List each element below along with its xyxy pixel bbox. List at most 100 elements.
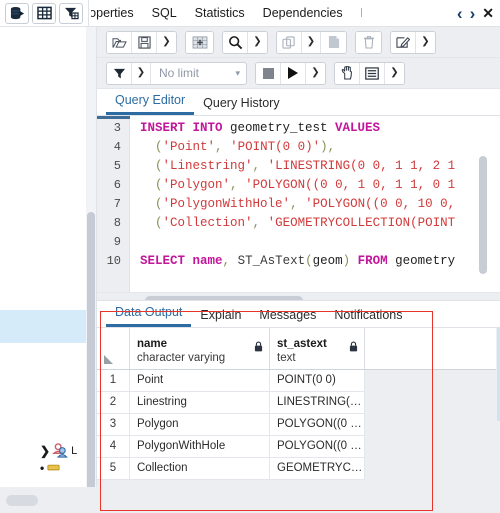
line-number: 9 xyxy=(113,235,121,249)
cell-st-astext[interactable]: POLYGON((0 … xyxy=(270,414,365,436)
tab-statistics[interactable]: Statistics xyxy=(186,0,254,27)
play-triangle-icon xyxy=(288,67,298,79)
clipboard-group: ❯ xyxy=(276,30,347,54)
table-row[interactable]: 2 Linestring LINESTRING(… xyxy=(97,392,500,414)
column-header-name[interactable]: name character varying xyxy=(130,328,270,369)
output-panel: Data Output Explain Messages Notificatio… xyxy=(97,300,500,513)
sql-editor[interactable]: 3 4 5 6 7 8 9 10 INSERT INTO geometry_te… xyxy=(97,116,500,292)
edit-options-button[interactable]: ❯ xyxy=(416,31,435,53)
browser-object-icon xyxy=(10,6,24,19)
editor-vertical-scrollbar-thumb[interactable] xyxy=(479,156,487,274)
chevron-left-icon[interactable]: ‹ xyxy=(457,5,463,22)
tab-properties[interactable]: roperties xyxy=(91,0,143,27)
line-number: 8 xyxy=(113,216,121,230)
cell-name[interactable]: PolygonWithHole xyxy=(130,436,270,458)
column-header-st-astext[interactable]: st_astext text xyxy=(270,328,365,369)
line-number: 3 xyxy=(113,121,121,135)
cell-name[interactable]: Linestring xyxy=(130,392,270,414)
chevron-down-icon: ❯ xyxy=(162,36,171,47)
chevron-down-icon: ▾ xyxy=(235,67,240,78)
close-icon[interactable]: ✕ xyxy=(482,6,494,20)
tab-dependencies[interactable]: Dependencies xyxy=(254,0,352,27)
manual-commit-button[interactable] xyxy=(335,62,360,84)
save-disk-icon xyxy=(137,35,151,49)
object-tree-sidebar[interactable]: ❯ L • xyxy=(0,27,86,487)
paste-button[interactable] xyxy=(321,31,346,53)
save-button[interactable] xyxy=(132,31,157,53)
sidebar-scrollbar[interactable] xyxy=(86,27,96,507)
execute-query-button[interactable] xyxy=(281,62,306,84)
paste-icon xyxy=(328,36,339,48)
code-line: ('Linestring', 'LINESTRING(0 0, 1 1, 2 1 xyxy=(155,159,456,173)
tab-notifications[interactable]: Notifications xyxy=(325,308,411,327)
filter-options-button[interactable]: ❯ xyxy=(132,62,151,84)
save-options-button[interactable]: ❯ xyxy=(157,31,176,53)
cell-st-astext[interactable]: LINESTRING(… xyxy=(270,392,365,414)
tab-dependents[interactable]: D xyxy=(352,0,362,27)
results-grid[interactable]: name character varying st_astext text 1 … xyxy=(97,328,500,513)
select-all-corner[interactable] xyxy=(97,328,130,369)
execute-options-button[interactable]: ❯ xyxy=(306,62,325,84)
copy-options-button[interactable]: ❯ xyxy=(302,31,321,53)
find-button[interactable] xyxy=(223,31,248,53)
browser-object-icon-button[interactable] xyxy=(5,2,29,24)
find-options-button[interactable]: ❯ xyxy=(248,31,267,53)
tree-items: ❯ L • xyxy=(0,439,86,487)
query-toolbar-secondary: ❯ No limit ▾ ❯ ❯ xyxy=(97,58,500,89)
cell-name[interactable]: Collection xyxy=(130,458,270,480)
chevron-right-icon[interactable]: ❯ xyxy=(40,445,50,457)
copy-icon xyxy=(282,35,295,49)
paste-grid-button[interactable] xyxy=(186,31,213,53)
open-file-button[interactable] xyxy=(107,31,132,53)
cell-st-astext[interactable]: POINT(0 0) xyxy=(270,370,365,392)
table-row[interactable]: 4 PolygonWithHole POLYGON((0 … xyxy=(97,436,500,458)
query-toolbar-primary: ❯ ❯ ❯ ❯ xyxy=(97,27,500,58)
lock-icon xyxy=(254,341,263,352)
gutter-top-accent xyxy=(97,116,130,119)
column-header-filler xyxy=(365,328,500,369)
explain-panel-button[interactable] xyxy=(360,62,385,84)
cell-st-astext[interactable]: GEOMETRYC… xyxy=(270,458,365,480)
grid-table-icon-button[interactable] xyxy=(32,2,56,24)
tab-data-output[interactable]: Data Output xyxy=(106,305,192,327)
code-line: INSERT INTO geometry_test VALUES xyxy=(140,121,381,135)
table-row[interactable]: 5 Collection GEOMETRYC… xyxy=(97,458,500,480)
row-filler xyxy=(365,414,500,436)
sidebar-scrollbar-thumb[interactable] xyxy=(87,212,95,507)
line-number: 10 xyxy=(106,254,121,268)
table-row[interactable]: 1 Point POINT(0 0) xyxy=(97,370,500,392)
tab-query-editor[interactable]: Query Editor xyxy=(106,93,195,115)
row-limit-select[interactable]: No limit ▾ xyxy=(151,63,246,84)
paste-grid-group xyxy=(185,30,214,54)
edit-button[interactable] xyxy=(391,31,416,53)
cell-name[interactable]: Polygon xyxy=(130,414,270,436)
explain-options-button[interactable]: ❯ xyxy=(385,62,404,84)
copy-button[interactable] xyxy=(277,31,302,53)
execute-group: ❯ xyxy=(255,61,326,85)
table-row[interactable]: 3 Polygon POLYGON((0 … xyxy=(97,414,500,436)
tab-sql[interactable]: SQL xyxy=(143,0,186,27)
line-number: 7 xyxy=(113,197,121,211)
edit-group: ❯ xyxy=(390,30,436,54)
tree-selected-row[interactable] xyxy=(0,310,86,343)
tree-item-login-roles[interactable]: ❯ L xyxy=(40,442,86,459)
row-number: 4 xyxy=(97,436,130,458)
cell-name[interactable]: Point xyxy=(130,370,270,392)
editor-code-area[interactable]: INSERT INTO geometry_test VALUES ('Point… xyxy=(131,116,500,292)
stop-query-button[interactable] xyxy=(256,62,281,84)
tree-item-partial[interactable]: • xyxy=(40,459,86,476)
tab-messages[interactable]: Messages xyxy=(250,308,325,327)
filter-limit-group: ❯ No limit ▾ xyxy=(106,61,247,85)
code-line: ('Collection', 'GEOMETRYCOLLECTION(POINT xyxy=(155,216,456,230)
row-number: 5 xyxy=(97,458,130,480)
filter-table-icon-button[interactable] xyxy=(59,2,83,24)
tab-explain[interactable]: Explain xyxy=(191,308,250,327)
object-tab-nav: ‹ › ✕ xyxy=(457,5,500,22)
row-limit-value: No limit xyxy=(159,66,200,80)
column-name: st_astext xyxy=(277,337,327,350)
chevron-right-icon[interactable]: › xyxy=(470,5,476,22)
tab-query-history[interactable]: Query History xyxy=(194,96,288,115)
delete-button[interactable] xyxy=(356,31,381,53)
filter-button[interactable] xyxy=(107,62,132,84)
cell-st-astext[interactable]: POLYGON((0 … xyxy=(270,436,365,458)
